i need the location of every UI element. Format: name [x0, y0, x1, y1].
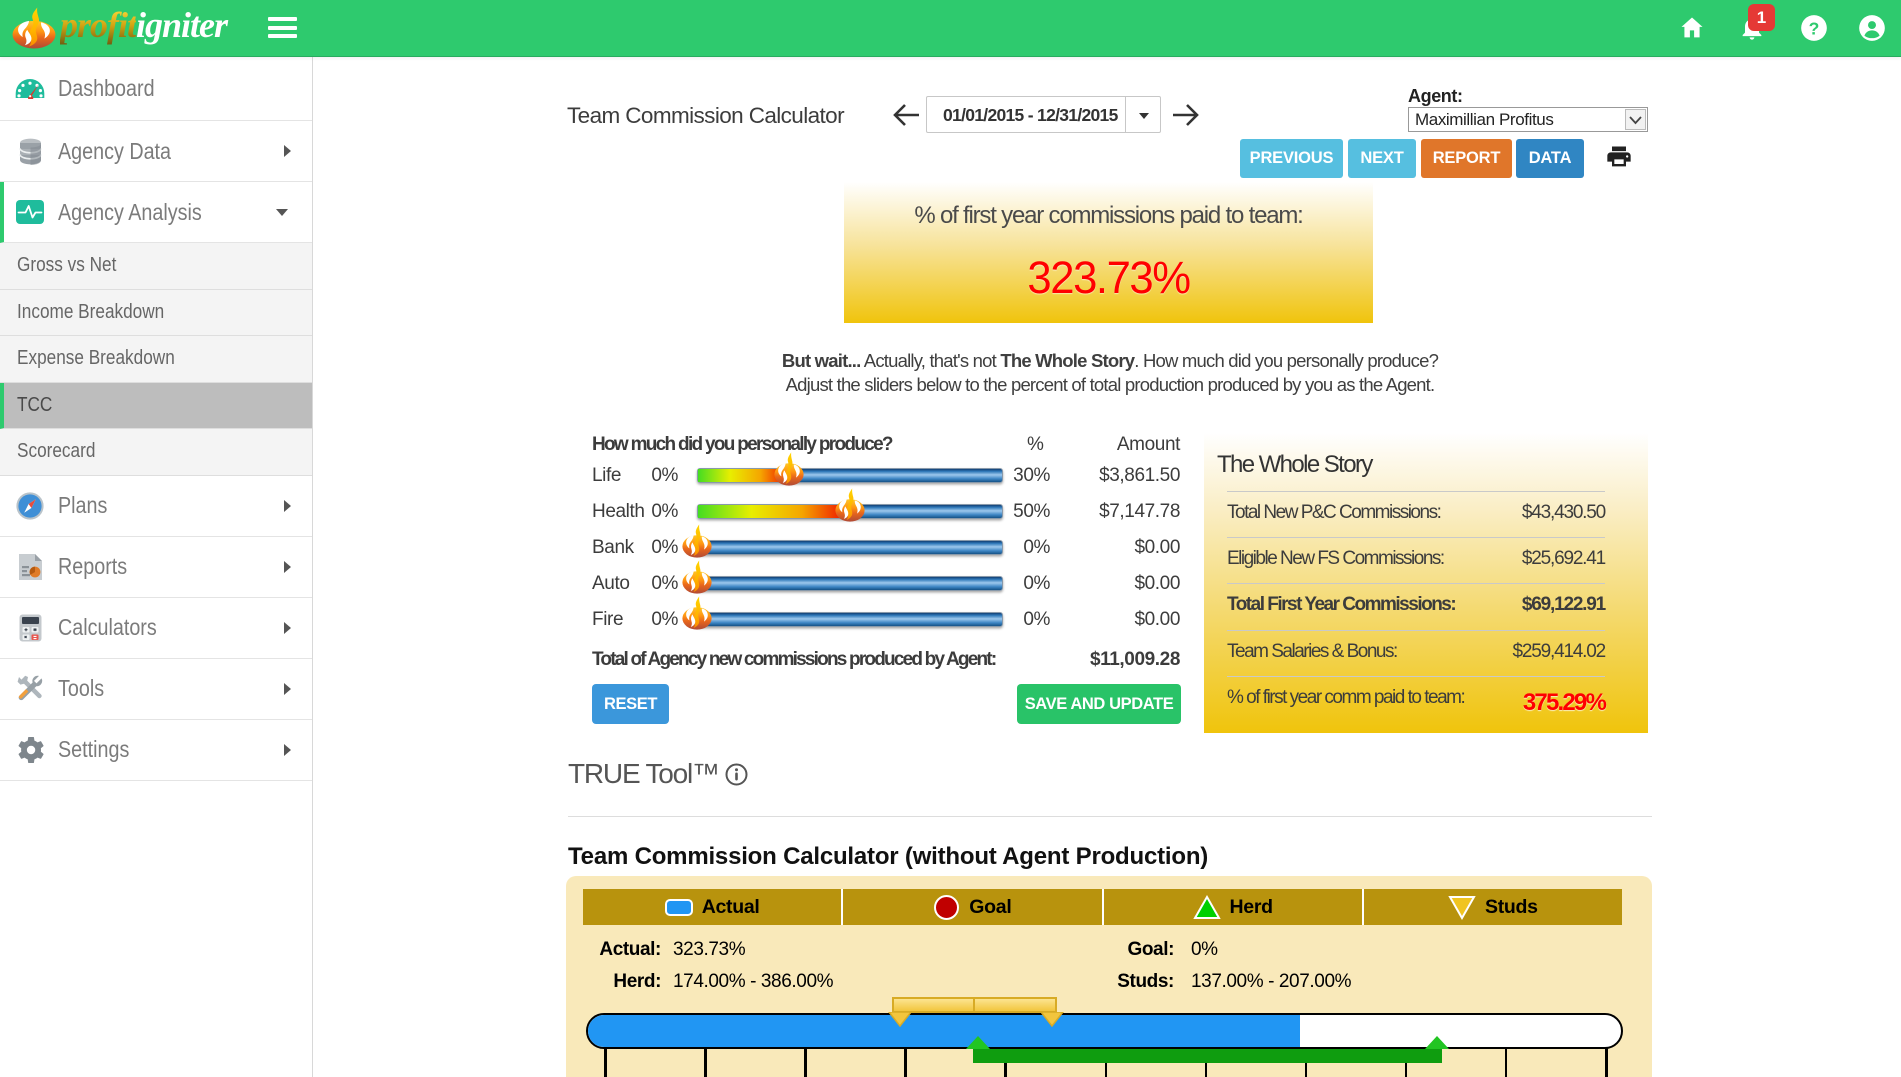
svg-text:?: ?: [1809, 18, 1820, 38]
